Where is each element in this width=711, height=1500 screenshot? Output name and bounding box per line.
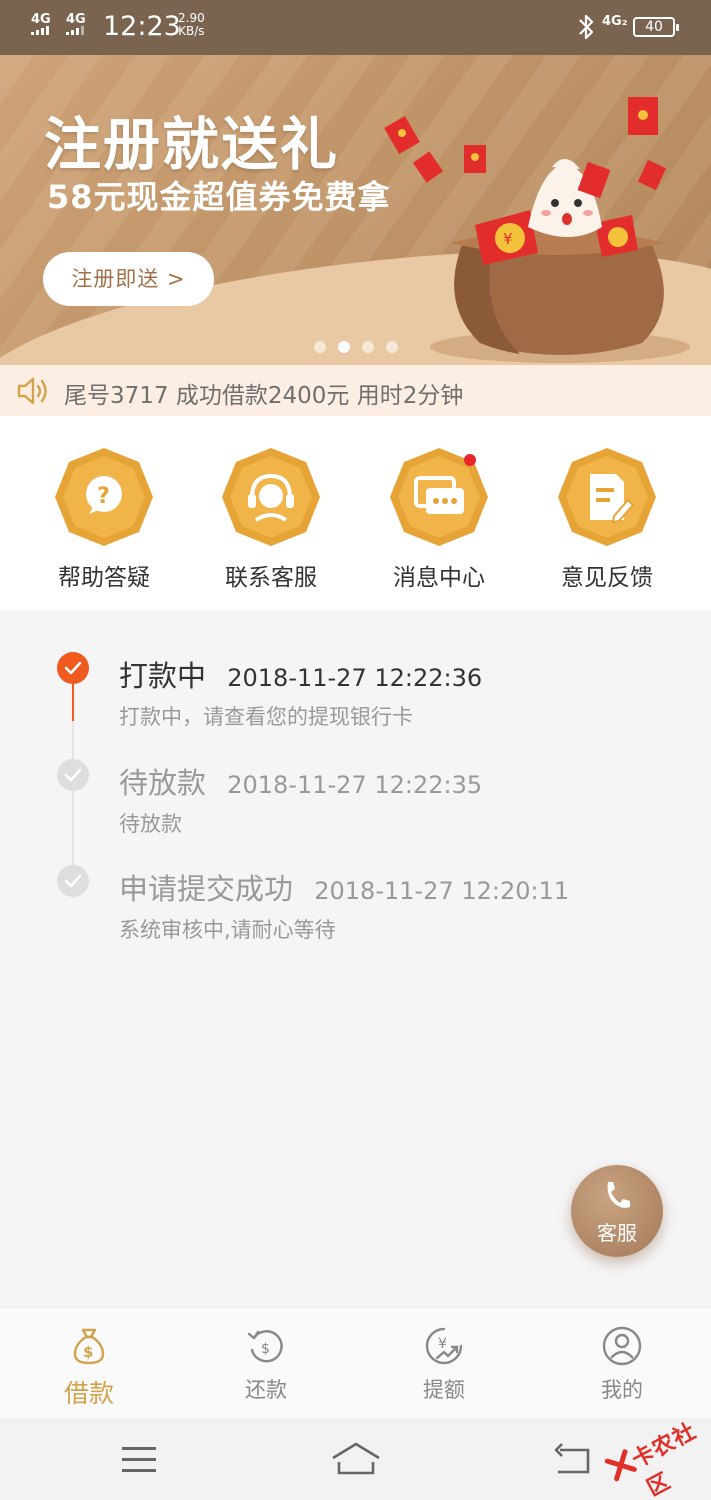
step-time: 2018-11-27 12:22:35 [227,771,483,799]
question-icon: ? [53,446,155,548]
unread-badge [464,454,476,466]
money-bag-illustration: ¥ [384,97,690,363]
step-description: 待放款 [119,812,182,836]
status-bar: 4G 4G 12:23 2.90 KB/s 4G₂ 40 [0,0,711,55]
phone-icon [607,1182,630,1208]
quick-label: 消息中心 [393,565,485,591]
check-icon [57,652,89,684]
fab-label: 客服 [597,1221,637,1245]
tab-raise-limit[interactable]: ¥ 提额 [389,1326,499,1404]
quick-label: 帮助答疑 [58,565,150,591]
menu-icon[interactable] [114,1440,164,1480]
banner-dot[interactable] [314,341,326,353]
signal-label-2: 4G [66,12,86,27]
tab-label: 我的 [601,1378,643,1402]
step-title: 打款中 2018-11-27 12:22:36 [119,653,482,695]
message-center-button[interactable]: 消息中心 [379,446,499,592]
tab-label: 借款 [63,1379,114,1408]
quick-label: 意见反馈 [561,565,653,591]
step-title: 申请提交成功 2018-11-27 12:20:11 [119,866,569,908]
step-status: 申请提交成功 [119,872,294,906]
tab-loan[interactable]: $ 借款 [34,1326,144,1410]
step-description: 系统审核中,请耐心等待 [119,918,336,942]
repay-icon: $ [247,1330,283,1363]
banner-pagination [314,341,398,353]
svg-text:$: $ [83,1343,93,1361]
svg-text:¥: ¥ [438,1336,447,1352]
tab-label: 提额 [423,1378,465,1402]
feedback-icon [556,446,658,548]
check-icon [57,759,89,791]
network-speed: 2.90 KB/s [178,12,205,38]
battery-icon: 40 [633,17,679,37]
money-bag-icon: $ [73,1328,105,1365]
step-time: 2018-11-27 12:22:36 [227,664,483,692]
network-4g2-label: 4G₂ [602,14,628,29]
svg-text:¥: ¥ [503,230,513,248]
svg-text:$: $ [261,1341,270,1357]
svg-text:?: ? [97,484,110,509]
notice-marquee: 尾号3717 成功借款2400元 用时2分钟 [0,365,711,416]
signal-bars-2-icon [66,26,84,35]
tab-mine[interactable]: 我的 [567,1326,677,1404]
tab-repay[interactable]: $ 还款 [211,1326,321,1404]
check-icon [57,865,89,897]
bluetooth-icon [579,14,594,40]
step-time: 2018-11-27 12:20:11 [314,877,570,905]
message-icon [388,446,490,548]
timeline-line [72,721,74,761]
speaker-icon [17,377,47,405]
signal-bars-1-icon [31,26,49,35]
register-button[interactable]: 注册即送 > [43,252,214,306]
help-faq-button[interactable]: ? 帮助答疑 [44,446,164,592]
timeline-line [72,790,74,866]
bottom-tab-bar: $ 借款 $ 还款 ¥ 提额 我的 [0,1307,711,1418]
back-icon[interactable] [550,1440,600,1480]
quick-actions: ? 帮助答疑 联系客服 消息中心 意见反馈 [0,416,711,610]
promo-banner[interactable]: ¥ 注册就送礼 58元现金超值券免费拿 注册即送 > [0,55,711,365]
step-title: 待放款 2018-11-27 12:22:35 [119,760,482,802]
banner-title: 注册就送礼 [44,112,339,178]
battery-level: 40 [645,19,663,35]
feedback-button[interactable]: 意见反馈 [547,446,667,592]
step-status: 待放款 [119,766,207,800]
user-icon [602,1326,642,1366]
raise-limit-icon: ¥ [425,1327,463,1365]
quick-label: 联系客服 [225,565,317,591]
clock: 12:23 [103,11,181,42]
customer-service-fab[interactable]: 客服 [571,1165,663,1257]
timeline-line-active [72,683,74,721]
banner-dot[interactable] [362,341,374,353]
marquee-text: 尾号3717 成功借款2400元 用时2分钟 [64,383,464,409]
banner-dot[interactable] [386,341,398,353]
headset-icon [220,446,322,548]
banner-dot-active[interactable] [338,341,350,353]
banner-subtitle: 58元现金超值券免费拿 [47,178,391,216]
step-status: 打款中 [119,659,207,693]
step-description: 打款中，请查看您的提现银行卡 [119,705,413,729]
tab-label: 还款 [245,1378,287,1402]
speed-unit: KB/s [178,24,205,38]
contact-service-button[interactable]: 联系客服 [211,446,331,592]
signal-label-1: 4G [31,12,51,27]
home-icon[interactable] [331,1440,381,1480]
